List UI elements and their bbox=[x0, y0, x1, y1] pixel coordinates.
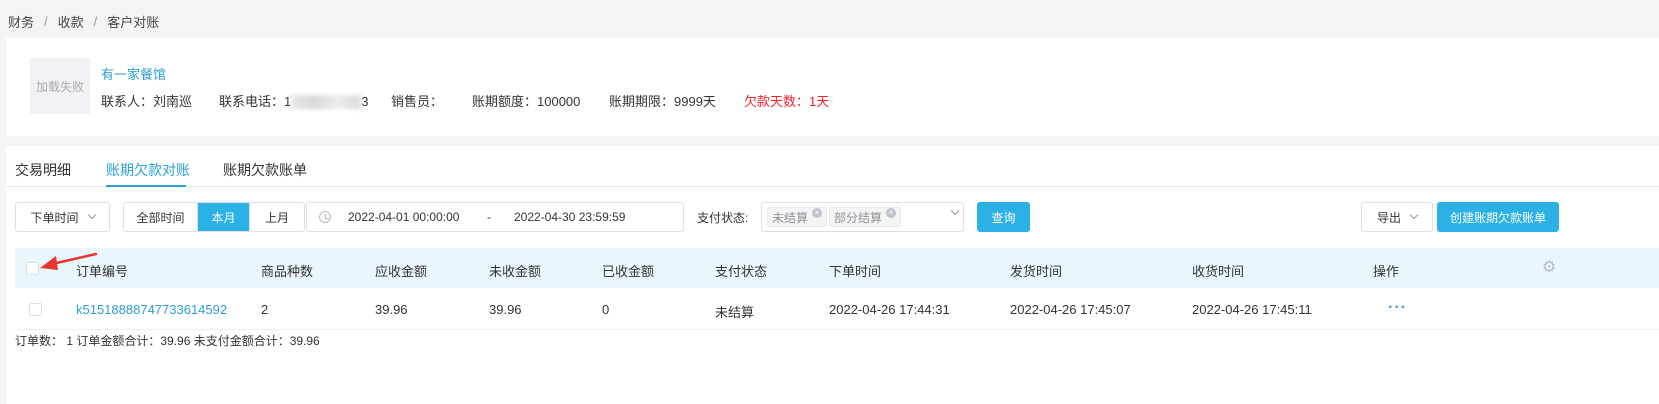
range-all-button[interactable]: 全部时间 bbox=[124, 203, 198, 231]
export-label: 导出 bbox=[1376, 210, 1401, 225]
tab-credit-reconcile[interactable]: 账期欠款对账 bbox=[106, 160, 190, 180]
receivable-amount: 39.96 bbox=[375, 302, 408, 317]
contact-phone: 联系电话：1 3 bbox=[219, 93, 369, 110]
contact-person: 联系人：刘南巡 bbox=[101, 93, 193, 109]
order-time: 2022-04-26 17:44:31 bbox=[829, 302, 950, 317]
tab-credit-bills[interactable]: 账期欠款账单 bbox=[223, 160, 307, 180]
tab-active-indicator bbox=[106, 185, 186, 187]
unreceived-amount: 39.96 bbox=[489, 302, 522, 317]
col-receive-time: 收货时间 bbox=[1192, 264, 1245, 279]
breadcrumb: 财务 / 收款 / 客户对账 bbox=[8, 12, 159, 30]
col-receivable: 应收金额 bbox=[375, 264, 428, 279]
received-amount: 0 bbox=[602, 302, 610, 317]
receive-time: 2022-04-26 17:45:11 bbox=[1192, 302, 1312, 317]
col-actions: 操作 bbox=[1373, 264, 1400, 279]
range-last-month-button[interactable]: 上月 bbox=[250, 203, 304, 231]
date-range-picker[interactable]: 2022-04-01 00:00:00 - 2022-04-30 23:59:5… bbox=[306, 202, 684, 232]
main-panel: 交易明细 账期欠款对账 账期欠款账单 下单时间 全部时间 本月 上月 2022-… bbox=[6, 146, 1659, 404]
customer-name[interactable]: 有一家餐馆 bbox=[101, 64, 166, 83]
credit-limit: 账期额度：100000 bbox=[472, 93, 581, 109]
close-icon[interactable]: × bbox=[812, 208, 823, 218]
col-unreceived: 未收金额 bbox=[489, 264, 542, 279]
table-row: k5151888874773361459​2 2 39.96 39.96 0 未… bbox=[15, 288, 1659, 330]
pay-status: 未结算 bbox=[715, 305, 755, 320]
range-this-month-button[interactable]: 本月 bbox=[198, 203, 250, 231]
more-actions-icon[interactable]: ··· bbox=[1388, 299, 1407, 317]
tab-transactions[interactable]: 交易明细 bbox=[15, 160, 71, 180]
chevron-down-icon bbox=[87, 210, 96, 220]
col-ship-time: 发货时间 bbox=[1010, 264, 1063, 279]
pay-status-label: 支付状态: bbox=[697, 211, 749, 225]
close-icon[interactable]: × bbox=[886, 208, 897, 218]
col-received: 已收金额 bbox=[602, 264, 655, 279]
col-pay-status: 支付状态 bbox=[715, 264, 768, 279]
item-count: 2 bbox=[261, 302, 269, 317]
clock-icon bbox=[319, 211, 331, 223]
customer-avatar: 加载失败 bbox=[30, 58, 90, 114]
create-credit-bill-button[interactable]: 创建账期欠款账单 bbox=[1437, 202, 1559, 232]
breadcrumb-separator: / bbox=[44, 13, 48, 29]
salesperson: 销售员： bbox=[391, 93, 444, 109]
breadcrumb-finance[interactable]: 财务 bbox=[8, 12, 34, 31]
breadcrumb-receipts[interactable]: 收款 bbox=[58, 12, 84, 31]
time-type-select[interactable]: 下单时间 bbox=[15, 202, 110, 232]
credit-period: 账期期限：9999天 bbox=[609, 93, 716, 109]
breadcrumb-separator: / bbox=[93, 13, 98, 29]
date-end[interactable]: 2022-04-30 23:59:59 bbox=[514, 210, 625, 224]
breadcrumb-customer-reconcile: 客户对账 bbox=[107, 14, 160, 30]
gear-icon[interactable]: ⚙ bbox=[1542, 260, 1558, 276]
query-button[interactable]: 查询 bbox=[977, 202, 1030, 232]
col-order-time: 下单时间 bbox=[829, 264, 882, 279]
chevron-down-icon bbox=[1409, 210, 1419, 220]
select-all-checkbox[interactable] bbox=[26, 262, 39, 275]
customer-info-card: 加载失败 有一家餐馆 联系人：刘南巡 联系电话：1 3 销售员： 账期额度：100… bbox=[6, 38, 1659, 136]
time-range-group: 全部时间 本月 上月 bbox=[123, 202, 305, 232]
date-start[interactable]: 2022-04-01 00:00:00 bbox=[348, 210, 459, 224]
overdue-days: 欠款天数：1天 bbox=[744, 93, 830, 109]
time-type-value: 下单时间 bbox=[30, 210, 79, 225]
chevron-down-icon bbox=[950, 206, 960, 216]
date-separator: - bbox=[487, 210, 491, 224]
tab-bar: 交易明细 账期欠款对账 账期欠款账单 bbox=[6, 146, 1659, 187]
col-order-no: 订单编号 bbox=[76, 264, 129, 279]
col-item-count: 商品种数 bbox=[261, 264, 314, 279]
order-no-link[interactable]: k5151888874773361459​2 bbox=[76, 302, 227, 317]
table-header: 订单编号 商品种数 应收金额 未收金额 已收金额 支付状态 下单时间 发货时间 … bbox=[15, 248, 1659, 288]
export-button[interactable]: 导出 bbox=[1361, 202, 1433, 232]
pay-status-select[interactable]: 未结算 × 部分结算 × bbox=[761, 202, 964, 232]
table-summary: 订单数： 1 订单金额合计：39.96 未支付金额合计：39.96 bbox=[15, 334, 320, 348]
row-checkbox[interactable] bbox=[29, 303, 42, 316]
phone-redaction bbox=[291, 95, 362, 110]
pay-status-tag: 部分结算 × bbox=[829, 207, 902, 227]
pay-status-tag: 未结算 × bbox=[767, 207, 828, 227]
ship-time: 2022-04-26 17:45:07 bbox=[1010, 302, 1131, 317]
